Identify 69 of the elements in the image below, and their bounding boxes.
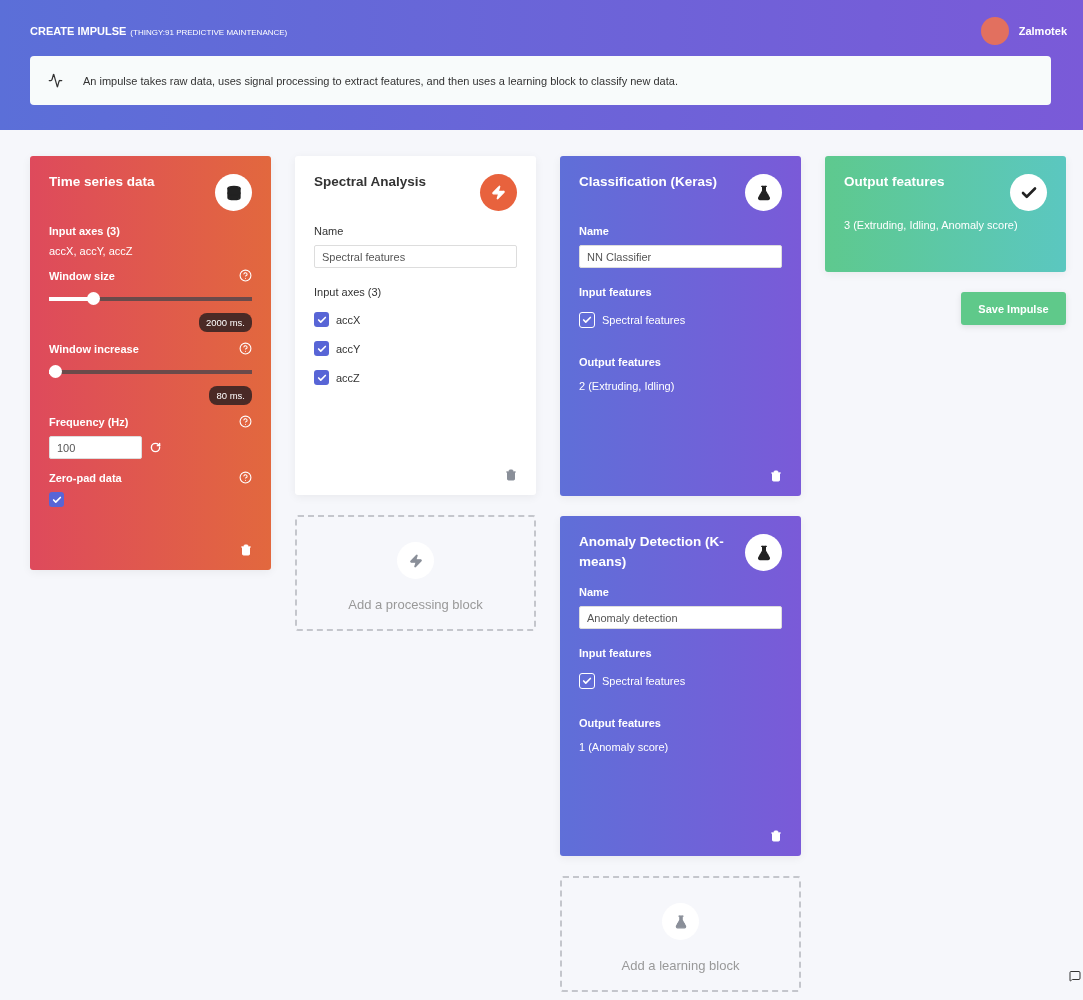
user-name[interactable]: Zalmotek [1018,25,1067,37]
output-text: 2 (Extruding, Idling) [579,380,676,392]
checkbox-label: accY [336,342,361,355]
field-label: Window increase [49,342,139,355]
help-icon[interactable] [239,415,252,428]
flask-icon [745,534,782,571]
axes-text: accX, accY, accZ [49,245,134,257]
field-label: Output features [579,717,662,729]
check-icon [51,494,62,505]
checkbox-label: Spectral features [602,314,686,326]
card-title: Anomaly Detection (K-means) [579,533,725,571]
card-title: Classification (Keras) [579,173,718,191]
checkbox-label: accX [336,313,361,326]
checkbox[interactable] [314,370,329,385]
name-field[interactable]: Spectral features [314,245,517,268]
output-text: 3 (Extruding, Idling, Anomaly score) [844,219,1019,231]
flask-icon [745,174,782,211]
output-text: 1 (Anomaly score) [579,741,670,753]
check-icon [1010,174,1047,211]
field-label: Input axes (3) [314,286,383,298]
refresh-icon[interactable] [150,442,161,453]
checkbox[interactable] [314,312,329,327]
field-label: Name [314,225,345,237]
flask-icon [662,903,699,940]
check-icon [582,676,592,686]
field-label: Input features [579,647,653,659]
help-icon[interactable] [239,269,252,282]
pulse-icon [48,73,63,88]
name-field[interactable]: NN Classifier [579,245,782,268]
feedback-icon[interactable] [1069,970,1081,982]
field-label: Frequency (Hz) [49,415,129,428]
project-name: (THINGY:91 PREDICTIVE MAINTENANCE) [130,28,288,37]
field-label: Name [579,586,610,598]
checkbox[interactable] [49,492,64,507]
checkbox[interactable] [314,341,329,356]
trash-icon[interactable] [240,544,252,556]
trash-icon[interactable] [770,470,782,482]
checkbox-label: Spectral features [602,675,686,687]
help-icon[interactable] [239,342,252,355]
card-title: Time series data [49,173,155,191]
database-icon [215,174,252,211]
checkbox[interactable] [579,312,595,328]
add-block-label: Add a learning block [621,958,740,973]
checkbox[interactable] [579,673,595,689]
field-label: Name [579,225,610,237]
card-title: Output features [844,173,945,191]
banner-text: An impulse takes raw data, uses signal processing to extract features, and then uses a learning block to classify new data. [83,74,678,87]
slider-value: 2000 ms. [198,313,252,332]
field-label: Input axes (3) [49,225,121,237]
lightning-icon [480,174,517,211]
check-icon [582,315,592,325]
checkbox-label: accZ [336,371,360,384]
help-icon[interactable] [239,471,252,484]
trash-icon[interactable] [770,830,782,842]
slider-value: 80 ms. [209,386,252,405]
field-label: Zero-pad data [49,471,122,484]
field-label: Output features [579,356,662,368]
check-icon [316,372,327,383]
name-field[interactable]: Anomaly detection [579,606,782,629]
field-label: Input features [579,286,653,298]
frequency-field[interactable]: 100 [49,436,142,459]
field-label: Window size [49,269,115,282]
check-icon [316,314,327,325]
lightning-icon [397,542,434,579]
check-icon [316,343,327,354]
trash-icon[interactable] [505,469,517,481]
add-block-label: Add a processing block [348,597,483,612]
card-title: Spectral Analysis [314,173,427,191]
page-title: CREATE IMPULSE [30,25,127,37]
